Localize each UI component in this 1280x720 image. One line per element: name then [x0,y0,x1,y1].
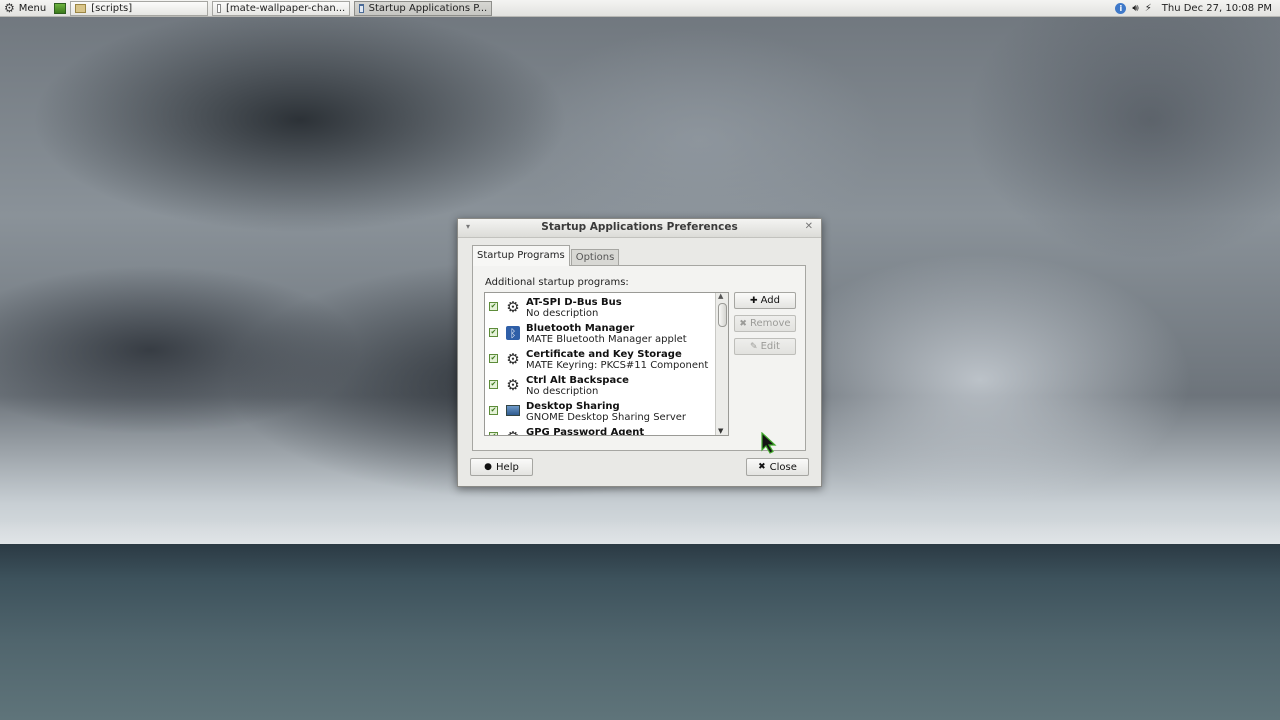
enabled-checkbox[interactable]: ✔ [489,328,498,337]
volume-icon[interactable]: 🔊︎ [1132,3,1138,14]
dialog-titlebar[interactable]: ▾ Startup Applications Preferences ✕ [458,219,821,238]
edit-button-label: Edit [760,341,780,352]
list-scrollbar[interactable]: ▲ ▼ [715,293,728,435]
clock[interactable]: Thu Dec 27, 10:08 PM [1162,3,1272,14]
startup-programs-list[interactable]: ✔ ⚙ AT-SPI D-Bus Bus No description ✔ ᛒ … [484,292,729,436]
edit-icon: ✎ [750,341,758,352]
program-name: Bluetooth Manager [526,323,635,334]
program-name: GPG Password Agent [526,427,645,436]
tab-bar: Startup Programs Options [472,245,620,266]
tab-options[interactable]: Options [570,249,620,266]
system-tray: i 🔊︎ ⚡︎ Thu Dec 27, 10:08 PM [1109,0,1280,16]
scrollbar-thumb[interactable] [718,303,727,327]
remove-button[interactable]: ✖ Remove [734,315,796,332]
network-icon[interactable]: ⚡︎ [1145,3,1152,14]
section-label: Additional startup programs: [485,277,629,288]
plus-icon: ✚ [750,295,758,306]
tab-panel: Additional startup programs: ✔ ⚙ AT-SPI … [472,265,806,451]
bluetooth-icon: ᛒ [506,326,520,340]
program-name: Desktop Sharing [526,401,620,412]
program-description: MATE Keyring: PKCS#11 Component [526,360,709,371]
taskbar-item-label: [scripts] [91,2,133,14]
list-item[interactable]: ✔ ⚙ Ctrl Alt Backspace No description [485,373,715,399]
help-icon: ● [484,462,493,472]
taskbar-item-scripts[interactable]: [scripts] [70,0,209,16]
add-button[interactable]: ✚ Add [734,292,796,309]
list-item[interactable]: ✔ Desktop Sharing GNOME Desktop Sharing … [485,399,715,425]
program-description: No description [526,308,599,319]
scroll-down-icon[interactable]: ▼ [718,427,723,435]
remove-icon: ✖ [739,318,747,329]
update-notifier-icon[interactable]: i [1115,2,1127,14]
window-close-icon[interactable]: ✕ [805,221,813,232]
mouse-cursor-icon [761,432,777,454]
folder-icon [75,3,87,13]
menu-label: Menu [18,2,47,14]
enabled-checkbox[interactable]: ✔ [489,406,498,415]
program-description: MATE Bluetooth Manager applet [526,334,687,345]
close-button[interactable]: ✖ Close [746,458,809,476]
program-description: No description [526,386,599,397]
terminal-launcher-icon[interactable] [54,2,67,14]
program-name: AT-SPI D-Bus Bus [526,297,622,308]
top-panel: ⚙ Menu [scripts] [mate-wallpaper-chan...… [0,0,1280,17]
taskbar-item-label: Startup Applications P... [368,2,488,14]
gear-icon: ⚙ [506,298,520,316]
edit-button[interactable]: ✎ Edit [734,338,796,355]
gear-icon: ⚙ [506,350,520,368]
gear-icon: ⚙ [506,376,520,394]
list-item[interactable]: ✔ ᛒ Bluetooth Manager MATE Bluetooth Man… [485,321,715,347]
tab-startup-programs[interactable]: Startup Programs [472,245,570,266]
window-icon [359,3,364,13]
taskbar-item-wallpaper[interactable]: [mate-wallpaper-chan... [212,0,351,16]
taskbar-item-label: [mate-wallpaper-chan... [226,2,346,14]
program-name: Certificate and Key Storage [526,349,682,360]
scroll-up-icon[interactable]: ▲ [718,293,723,300]
list-item[interactable]: ✔ ⚙ AT-SPI D-Bus Bus No description [485,295,715,321]
program-description: GNOME Desktop Sharing Server [526,412,687,423]
list-item[interactable]: ✔ ⚙ Certificate and Key Storage MATE Key… [485,347,715,373]
main-menu-button[interactable]: ⚙ Menu [0,0,50,16]
wallpaper-horizon [0,520,1280,546]
screen-icon [506,405,520,416]
menu-gear-icon: ⚙ [4,1,15,15]
enabled-checkbox[interactable]: ✔ [489,354,498,363]
program-name: Ctrl Alt Backspace [526,375,629,386]
enabled-checkbox[interactable]: ✔ [489,380,498,389]
dialog-title: Startup Applications Preferences [541,221,738,233]
wallpaper-sea [0,544,1280,720]
help-button-label: Help [496,461,519,473]
remove-button-label: Remove [749,318,791,329]
close-button-label: Close [769,461,797,473]
taskbar-item-startup-apps[interactable]: Startup Applications P... [354,0,493,16]
enabled-checkbox[interactable]: ✔ [489,302,498,311]
add-button-label: Add [760,295,780,306]
document-icon [217,3,222,13]
enabled-checkbox[interactable]: ✔ [489,432,498,435]
list-item[interactable]: ✔ ⚙ GPG Password Agent [485,425,715,436]
help-button[interactable]: ● Help [470,458,533,476]
gear-icon: ⚙ [505,428,521,435]
close-icon: ✖ [758,462,766,472]
